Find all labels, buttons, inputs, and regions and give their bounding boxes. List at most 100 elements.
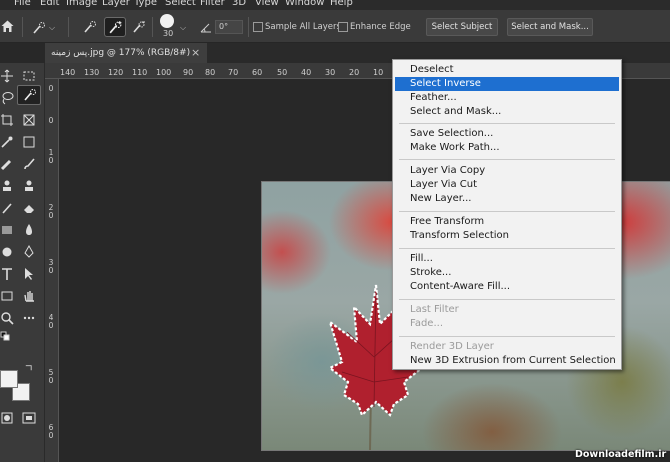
pen-tool-icon[interactable]: [22, 245, 36, 259]
menu-item-fill[interactable]: Fill...: [395, 252, 619, 266]
menu-window[interactable]: Window: [285, 0, 324, 8]
photoshop-window: File Edit Image Layer Type Select Filter…: [0, 0, 670, 462]
close-icon[interactable]: ×: [191, 43, 200, 63]
select-subject-button[interactable]: Select Subject: [426, 18, 498, 36]
menu-item-content-aware-fill[interactable]: Content-Aware Fill...: [395, 280, 619, 294]
rectangular-marquee-icon[interactable]: [22, 69, 36, 83]
swap-colors-icon[interactable]: [24, 363, 33, 372]
menu-separator: [399, 123, 615, 124]
menu-item-new-layer[interactable]: New Layer...: [395, 192, 619, 206]
menu-3d[interactable]: 3D: [232, 0, 246, 8]
more-tools-icon[interactable]: [22, 311, 36, 325]
tools-panel: [0, 63, 45, 462]
path-selection-icon[interactable]: [22, 267, 36, 281]
quick-selection-preset-icon[interactable]: [32, 21, 46, 35]
menu-item-layer-via-cut[interactable]: Layer Via Cut: [395, 178, 619, 192]
ruler-tick: 100: [156, 68, 172, 77]
options-separator: [152, 17, 153, 37]
chevron-down-icon[interactable]: ⌵: [180, 23, 186, 33]
menu-item-select-and-mask[interactable]: Select and Mask...: [395, 105, 619, 119]
menu-item-save-selection[interactable]: Save Selection...: [395, 127, 619, 141]
ruler-tick: 0: [48, 376, 54, 385]
menu-select[interactable]: Select: [165, 0, 196, 8]
quick-selection-tool-button[interactable]: [17, 85, 41, 105]
rectangle-tool-icon[interactable]: [0, 289, 14, 303]
options-separator: [68, 17, 69, 37]
menu-item-stroke[interactable]: Stroke...: [395, 266, 619, 280]
foreground-color-swatch[interactable]: [0, 370, 18, 388]
menu-file[interactable]: File: [14, 0, 31, 8]
lasso-tool-icon[interactable]: [0, 91, 14, 105]
ruler-tick: 0: [48, 431, 54, 440]
menu-bar: File Edit Image Layer Type Select Filter…: [0, 0, 670, 10]
menu-item-deselect[interactable]: Deselect: [395, 63, 619, 77]
menu-edit[interactable]: Edit: [40, 0, 59, 8]
menu-item-feather[interactable]: Feather...: [395, 91, 619, 105]
ruler-tick: 0: [48, 321, 54, 330]
stamp-tool-icon[interactable]: [22, 179, 36, 193]
chevron-down-icon[interactable]: ⌵: [49, 23, 55, 33]
ruler-tick: 0: [48, 266, 54, 275]
crop-tool-icon[interactable]: [0, 113, 14, 127]
healing-brush-icon[interactable]: [0, 157, 14, 171]
menu-item-make-work-path[interactable]: Make Work Path...: [395, 141, 619, 155]
frame-tool-icon[interactable]: [22, 113, 36, 127]
ruler-tick: 50: [277, 68, 288, 77]
menu-image[interactable]: Image: [66, 0, 97, 8]
add-to-selection-button[interactable]: [104, 17, 126, 37]
menu-item-last-filter: Last Filter: [410, 304, 459, 315]
move-tool-icon[interactable]: [0, 69, 14, 83]
selection-context-menu: Deselect Select Inverse Feather... Selec…: [392, 59, 622, 370]
menu-separator: [399, 159, 615, 160]
menu-item-fade: Fade...: [410, 318, 443, 329]
new-selection-button[interactable]: [79, 17, 101, 37]
default-colors-icon[interactable]: [0, 331, 10, 341]
menu-item-render-3d-layer: Render 3D Layer: [410, 341, 494, 352]
menu-item-free-transform[interactable]: Free Transform: [395, 215, 619, 229]
angle-field[interactable]: 0°: [215, 20, 243, 34]
ruler-tick: 110: [132, 68, 148, 77]
eyedropper-icon[interactable]: [0, 135, 14, 149]
menu-item-transform-selection[interactable]: Transform Selection: [395, 229, 619, 243]
ruler-tick: 90: [183, 68, 194, 77]
enhance-edge-checkbox[interactable]: [338, 22, 348, 32]
vertical-ruler: 0 0 1 0 2 0 3 0 4 0 5 0 6 0: [45, 79, 59, 462]
hand-tool-icon[interactable]: [22, 289, 36, 303]
menu-help[interactable]: Help: [330, 0, 353, 8]
sample-all-layers-label: Sample All Layers: [265, 22, 341, 32]
screen-mode-icon[interactable]: [22, 411, 36, 425]
select-and-mask-button[interactable]: Select and Mask...: [507, 18, 593, 36]
menu-layer[interactable]: Layer: [102, 0, 130, 8]
gradient-tool-icon[interactable]: [0, 223, 14, 237]
clone-stamp-icon[interactable]: [0, 179, 14, 193]
document-tab[interactable]: پس زمینه.jpg @ 177% (RGB/8#) ×: [45, 43, 207, 63]
watermark: Downloadefilm.ir: [575, 449, 667, 460]
ruler-tick: 30: [325, 68, 336, 77]
home-icon[interactable]: [0, 19, 15, 33]
menu-item-new-3d-extrusion[interactable]: New 3D Extrusion from Current Selection: [395, 354, 619, 368]
quick-mask-icon[interactable]: [0, 411, 14, 425]
ruler-tick: 80: [205, 68, 216, 77]
brush-add-icon: [109, 21, 122, 34]
menu-filter[interactable]: Filter: [200, 0, 225, 8]
menu-view[interactable]: View: [255, 0, 279, 8]
menu-type[interactable]: Type: [134, 0, 157, 8]
enhance-edge-label: Enhance Edge: [350, 22, 411, 32]
eraser-icon[interactable]: [22, 201, 36, 215]
type-tool-icon[interactable]: [0, 267, 14, 281]
subtract-from-selection-button[interactable]: [128, 17, 150, 37]
blur-drop-icon[interactable]: [22, 223, 36, 237]
sample-all-layers-checkbox[interactable]: [253, 22, 263, 32]
brush-size-preview[interactable]: [160, 14, 174, 28]
brush-tool-icon[interactable]: [22, 157, 36, 171]
menu-separator: [399, 299, 615, 300]
dodge-tool-icon[interactable]: [0, 245, 14, 259]
menu-separator: [399, 248, 615, 249]
ruler-tick: 130: [84, 68, 100, 77]
menu-item-layer-via-copy[interactable]: Layer Via Copy: [395, 164, 619, 178]
history-brush-icon[interactable]: [0, 201, 14, 215]
menu-item-select-inverse[interactable]: Select Inverse: [395, 77, 619, 91]
frame-ruler-icon[interactable]: [22, 135, 36, 149]
zoom-tool-icon[interactable]: [0, 311, 14, 325]
brush-new-icon: [84, 21, 96, 33]
